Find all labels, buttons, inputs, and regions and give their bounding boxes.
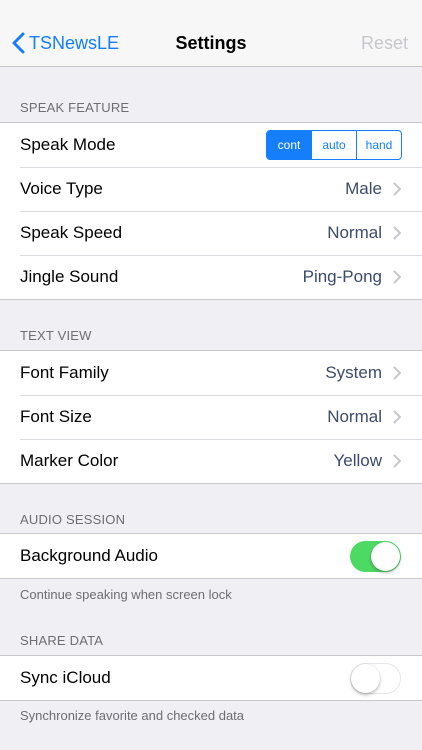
text-view-group: Font Family System Font Size Normal Mark…	[0, 350, 422, 484]
marker-color-value: Yellow	[333, 451, 382, 470]
sync-icloud-footer: Synchronize favorite and checked data	[20, 708, 245, 723]
voice-type-label: Voice Type	[20, 179, 103, 198]
share-data-group: Sync iCloud	[0, 655, 422, 701]
section-header-text-view: TEXT VIEW	[20, 328, 92, 343]
sync-icloud-label: Sync iCloud	[20, 668, 111, 687]
background-audio-footer: Continue speaking when screen lock	[20, 587, 232, 602]
jingle-sound-label: Jingle Sound	[20, 267, 119, 286]
speak-speed-label: Speak Speed	[20, 223, 123, 242]
reset-button[interactable]: Reset	[361, 33, 408, 54]
speak-mode-label: Speak Mode	[20, 135, 116, 154]
sync-icloud-toggle[interactable]	[350, 663, 401, 694]
jingle-sound-value: Ping-Pong	[302, 267, 382, 286]
font-size-row[interactable]: Font Size Normal	[0, 395, 422, 439]
speak-feature-group: Speak Mode cont auto hand Voice Type Mal…	[0, 122, 422, 300]
speak-mode-row: Speak Mode cont auto hand	[0, 123, 422, 167]
speak-mode-segmented-control[interactable]: cont auto hand	[266, 130, 402, 160]
chevron-right-icon	[393, 270, 401, 284]
jingle-sound-row[interactable]: Jingle Sound Ping-Pong	[0, 255, 422, 299]
font-size-value: Normal	[327, 407, 382, 426]
speak-speed-row[interactable]: Speak Speed Normal	[0, 211, 422, 255]
chevron-right-icon	[393, 226, 401, 240]
section-header-share-data: SHARE DATA	[20, 633, 104, 648]
font-family-row[interactable]: Font Family System	[0, 351, 422, 395]
chevron-right-icon	[393, 410, 401, 424]
section-header-audio-session: AUDIO SESSION	[20, 512, 126, 527]
toggle-knob	[371, 542, 400, 571]
toggle-knob	[351, 664, 380, 693]
font-family-label: Font Family	[20, 363, 109, 382]
background-audio-row: Background Audio	[0, 534, 422, 578]
marker-color-row[interactable]: Marker Color Yellow	[0, 439, 422, 483]
audio-session-group: Background Audio	[0, 533, 422, 579]
chevron-right-icon	[393, 454, 401, 468]
speak-mode-option-cont[interactable]: cont	[267, 131, 311, 159]
sync-icloud-row: Sync iCloud	[0, 656, 422, 700]
section-header-speak-feature: SPEAK FEATURE	[20, 100, 130, 115]
speak-mode-option-hand[interactable]: hand	[356, 131, 401, 159]
speak-speed-value: Normal	[327, 223, 382, 242]
voice-type-row[interactable]: Voice Type Male	[0, 167, 422, 211]
speak-mode-option-auto[interactable]: auto	[311, 131, 356, 159]
font-size-label: Font Size	[20, 407, 92, 426]
marker-color-label: Marker Color	[20, 451, 119, 470]
navigation-bar: TSNewsLE Settings Reset	[0, 0, 422, 67]
font-family-value: System	[325, 363, 382, 382]
background-audio-label: Background Audio	[20, 546, 158, 565]
background-audio-toggle[interactable]	[350, 541, 401, 572]
page-title: Settings	[175, 33, 247, 53]
chevron-right-icon	[393, 366, 401, 380]
chevron-right-icon	[393, 182, 401, 196]
voice-type-value: Male	[345, 179, 382, 198]
